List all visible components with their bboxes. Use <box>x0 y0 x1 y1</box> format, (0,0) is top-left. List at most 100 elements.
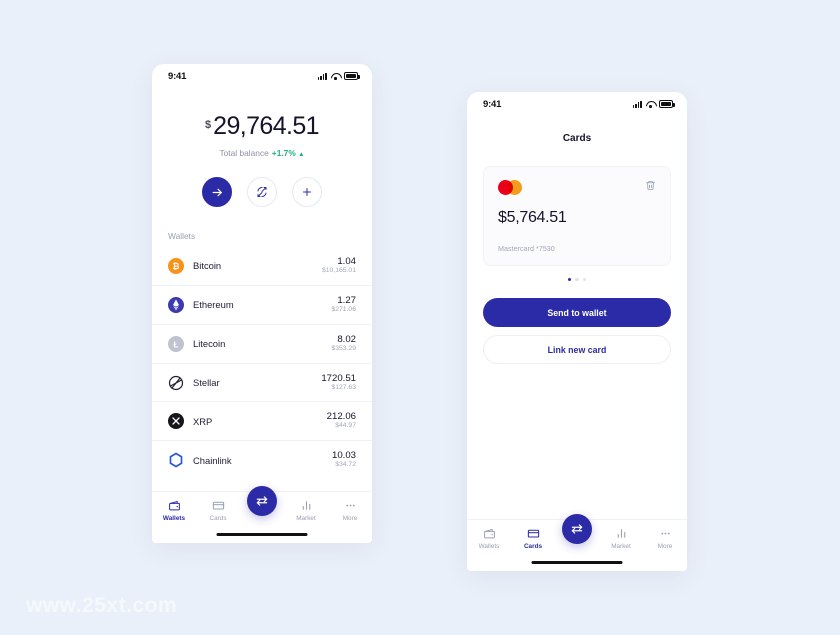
chainlink-icon <box>169 452 183 468</box>
signal-bars-icon <box>632 100 642 108</box>
coin-fiat-value: $10,165.01 <box>321 267 356 275</box>
litecoin-icon: Ł <box>168 335 184 352</box>
carousel-pagination[interactable] <box>467 278 687 282</box>
list-item-values: 1.04 $10,165.01 <box>322 256 356 276</box>
refresh-swap-icon <box>257 186 267 198</box>
list-item-label: Ethereum <box>193 299 234 311</box>
add-button[interactable] <box>292 177 322 207</box>
balance-subtitle: Total balance +1.7% ▲ <box>152 148 372 158</box>
coin-fiat-value: $34.72 <box>335 461 356 469</box>
card-meta: Mastercard *7530 <box>498 244 555 253</box>
card-tile[interactable]: $5,764.51 Mastercard *7530 <box>483 166 671 266</box>
phone-wallets-screen: 9:41 $ 29,764.51 Total balance +1.7% ▲ W… <box>152 64 372 543</box>
card-balance: $5,764.51 <box>498 209 567 226</box>
wallet-icon <box>483 528 495 539</box>
status-icons <box>632 100 675 108</box>
page-dot[interactable] <box>582 278 587 282</box>
tab-cards[interactable]: Cards <box>196 499 240 522</box>
svg-text:Ł: Ł <box>173 339 178 349</box>
tab-wallets[interactable]: Wallets <box>152 499 196 522</box>
page-title: Cards <box>562 133 592 144</box>
ellipsis-icon <box>345 504 355 507</box>
status-time: 9:41 <box>168 70 187 82</box>
coin-amount: 8.02 <box>337 333 356 345</box>
tab-market[interactable]: Market <box>284 499 328 522</box>
bar-chart-icon <box>617 529 625 538</box>
coin-fiat-value: $127.63 <box>331 383 356 391</box>
bitcoin-icon: ₿ <box>168 257 184 274</box>
wifi-icon <box>646 100 655 108</box>
tab-label: More <box>342 515 358 522</box>
xrp-icon <box>168 413 184 430</box>
signal-bars-icon <box>317 72 327 80</box>
coin-amount: 212.06 <box>326 411 356 423</box>
balance-amount: $ 29,764.51 <box>152 114 372 139</box>
status-time: 9:41 <box>483 98 502 110</box>
send-to-wallet-button[interactable]: Send to wallet <box>483 298 671 328</box>
status-icons <box>317 72 360 80</box>
tab-more[interactable]: More <box>643 527 687 550</box>
balance-block: $ 29,764.51 Total balance +1.7% ▲ <box>152 88 372 159</box>
bottom-navigation: Wallets Cards Market More <box>152 486 372 543</box>
svg-text:₿: ₿ <box>173 261 180 271</box>
tab-label: Market <box>296 515 316 522</box>
list-item-values: 8.02 $353.29 <box>331 334 356 354</box>
swap-arrows-icon <box>256 496 268 506</box>
tab-label: Wallets <box>478 543 500 550</box>
trash-icon[interactable] <box>645 180 656 191</box>
swap-arrows-icon <box>571 524 583 534</box>
coin-amount: 1.04 <box>337 256 356 267</box>
list-item-label: Chainlink <box>193 454 232 466</box>
battery-icon <box>659 100 675 108</box>
phone-cards-screen: 9:41 Cards $5,764.51 Mastercard *7530 Se… <box>467 92 687 571</box>
card-icon <box>212 501 224 510</box>
ellipsis-icon <box>660 532 670 535</box>
tab-wallets[interactable]: Wallets <box>467 527 511 550</box>
list-item-label: Stellar <box>193 377 220 388</box>
swap-fab-button[interactable] <box>247 486 277 516</box>
send-button[interactable] <box>202 177 232 207</box>
tab-cards[interactable]: Cards <box>511 527 555 550</box>
link-new-card-button[interactable]: Link new card <box>483 335 671 365</box>
coin-amount: 10.03 <box>331 450 356 462</box>
tab-label: Wallets <box>162 515 186 522</box>
coin-fiat-value: $271.06 <box>331 305 356 313</box>
list-item[interactable]: Chainlink 10.03 $34.72 <box>152 440 372 479</box>
list-item[interactable]: Ethereum 1.27 $271.06 <box>152 284 372 324</box>
home-indicator <box>216 532 308 536</box>
swap-fab-button[interactable] <box>562 514 592 544</box>
wifi-icon <box>331 72 340 80</box>
status-bar: 9:41 <box>467 92 687 116</box>
wallet-icon <box>168 500 180 511</box>
coin-amount: 1720.51 <box>321 372 356 384</box>
ethereum-icon <box>168 296 184 313</box>
card-tile-header <box>498 180 656 195</box>
tab-market[interactable]: Market <box>599 527 643 550</box>
currency-symbol: $ <box>205 119 212 131</box>
home-indicator <box>531 560 623 564</box>
wallet-list: ₿ Bitcoin 1.04 $10,165.01 Ethereum 1.27 … <box>152 247 372 491</box>
quick-actions <box>152 177 372 207</box>
list-item-values: 1720.51 $127.63 <box>321 373 356 393</box>
bar-chart-icon <box>302 501 310 510</box>
tab-label: Cards <box>209 515 227 522</box>
watermark: www.25xt.com <box>26 594 178 617</box>
bottom-navigation: Wallets Cards Market More <box>467 514 687 571</box>
page-dot[interactable] <box>575 278 579 282</box>
canvas: www.25xt.com 9:41 $ 29,764.51 Total bala… <box>0 0 840 635</box>
list-item[interactable]: ₿ Bitcoin 1.04 $10,165.01 <box>152 247 372 285</box>
list-item[interactable]: XRP 212.06 $44.97 <box>152 401 372 440</box>
coin-fiat-value: $353.29 <box>331 344 356 352</box>
tab-label: More <box>657 543 673 550</box>
coin-amount: 1.27 <box>337 294 356 306</box>
total-balance-value: 29,764.51 <box>213 112 319 140</box>
list-item-values: 1.27 $271.06 <box>331 295 356 315</box>
list-item[interactable]: Ł Litecoin 8.02 $353.29 <box>152 323 372 363</box>
page-dot[interactable] <box>567 278 572 282</box>
exchange-button[interactable] <box>247 177 277 207</box>
list-item-values: 10.03 $34.72 <box>332 450 356 470</box>
tab-more[interactable]: More <box>328 499 372 522</box>
list-item[interactable]: Stellar 1720.51 $127.63 <box>152 362 372 402</box>
stellar-icon <box>168 375 184 390</box>
